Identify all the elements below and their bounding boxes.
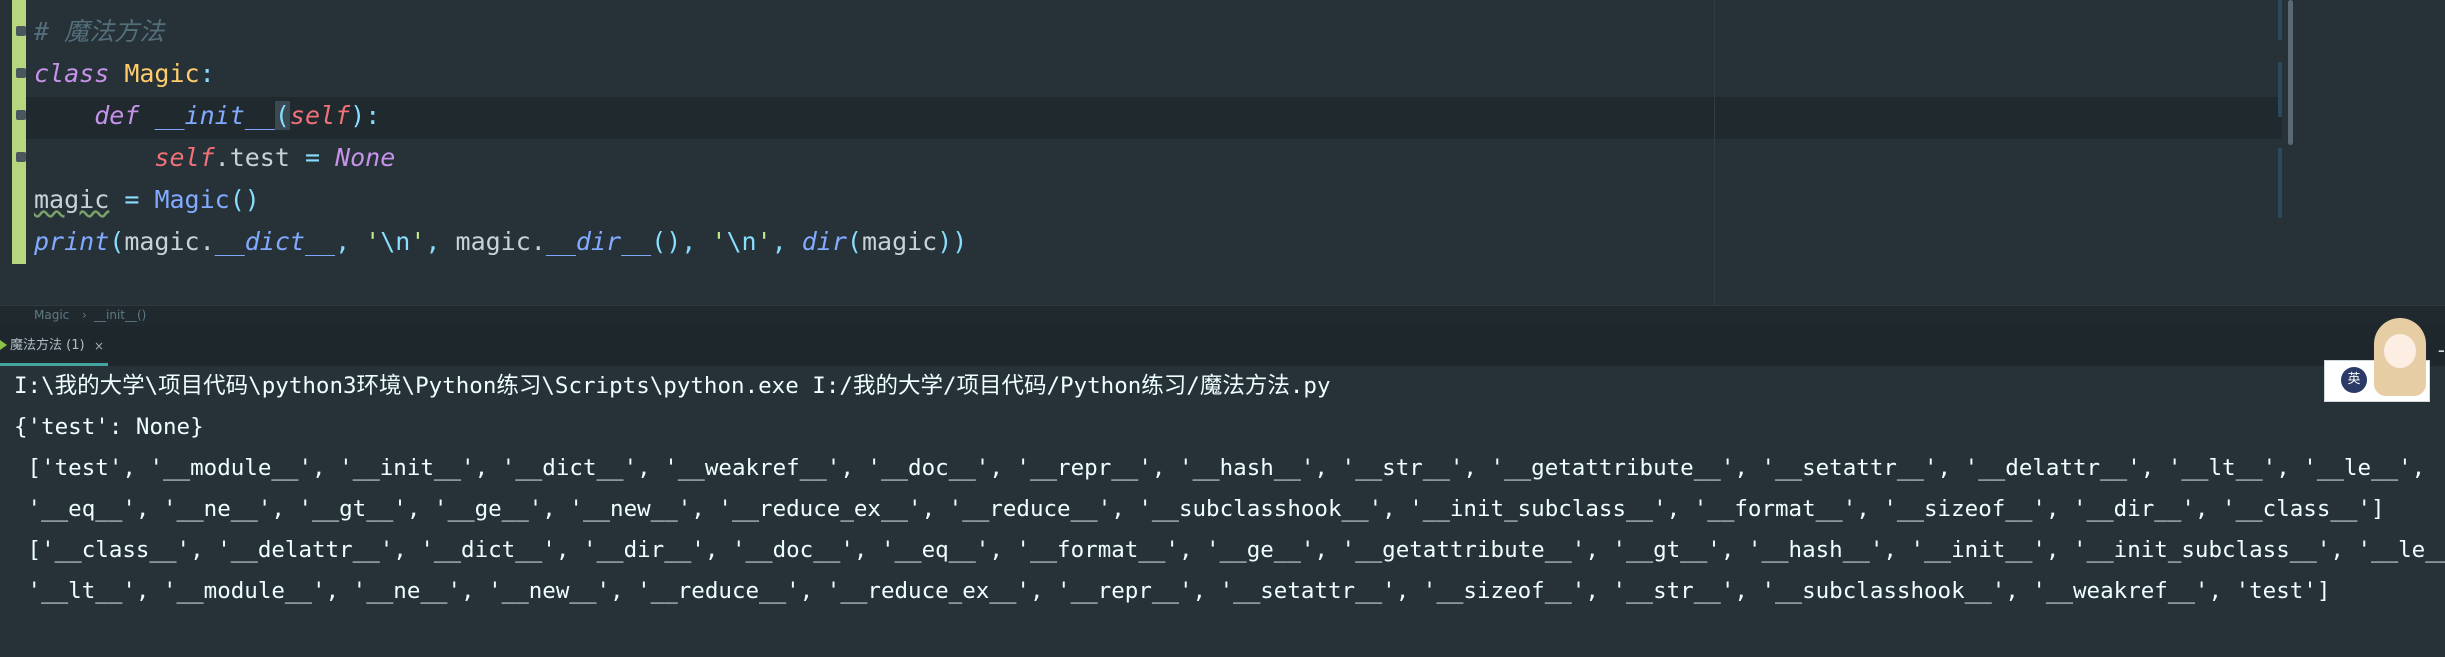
code-token: (), (651, 227, 712, 256)
code-editor[interactable]: # 魔法方法 class Magic: def __init__(self): s… (0, 0, 2445, 305)
run-tool-window-tabs: 魔法方法 (1) × - (0, 326, 2445, 366)
code-token: = (304, 143, 321, 172)
editor-scrollbar-thumb[interactable] (2288, 0, 2293, 145)
input-method-mascot[interactable]: 英 (2324, 318, 2430, 404)
code-token: \n (380, 227, 411, 256)
code-token: self (154, 143, 215, 172)
console-line: {'test': None} (14, 414, 204, 440)
vcs-change-marker[interactable] (12, 0, 26, 264)
tab-run-config[interactable]: 魔法方法 (1) × (0, 326, 108, 366)
code-token: .test (214, 143, 305, 172)
code-token: Magic (154, 185, 230, 214)
code-token: None (335, 143, 396, 172)
breadcrumb-separator: › (82, 308, 87, 322)
run-console-output[interactable]: I:\我的大学\项目代码\python3环境\Python练习\Scripts\… (0, 366, 2445, 657)
code-token: \n (726, 227, 757, 256)
code-token: ' (365, 227, 381, 256)
code-line[interactable]: # 魔法方法 (34, 11, 164, 53)
language-badge[interactable]: 英 (2341, 367, 2367, 393)
code-token: Magic (124, 59, 200, 88)
fold-marker[interactable] (16, 68, 26, 78)
fold-marker[interactable] (16, 110, 26, 120)
console-line: '__eq__', '__ne__', '__gt__', '__ge__', … (14, 496, 2385, 522)
code-line[interactable]: class Magic: (34, 53, 215, 95)
code-token: ( (846, 227, 862, 256)
tab-label: 魔法方法 (1) (10, 338, 85, 353)
code-token: # 魔法方法 (34, 17, 165, 46)
code-token: __dir__ (545, 227, 652, 256)
mascot-face-icon (2384, 334, 2416, 368)
code-token: def (94, 101, 140, 130)
code-token: : (199, 59, 215, 88)
breadcrumb-item-method[interactable]: __init__() (94, 308, 146, 322)
code-token: ): (350, 101, 381, 130)
code-token: __dict__ (214, 227, 336, 256)
code-token: magic (861, 227, 938, 256)
code-token: ' (756, 227, 772, 256)
code-line[interactable]: print(magic.__dict__, '\n', magic.__dir_… (34, 221, 967, 263)
code-line[interactable]: def __init__(self): (34, 95, 380, 137)
code-token: ( (274, 101, 290, 130)
console-line: I:\我的大学\项目代码\python3环境\Python练习\Scripts\… (14, 373, 1331, 399)
console-line: '__lt__', '__module__', '__ne__', '__new… (14, 578, 2331, 604)
code-token: )) (937, 227, 968, 256)
fold-marker[interactable] (16, 152, 26, 162)
code-line[interactable]: magic = Magic() (34, 179, 260, 221)
code-token: , (425, 227, 456, 256)
console-line: ['__class__', '__delattr__', '__dict__',… (14, 537, 2445, 563)
code-token: __init__ (154, 101, 275, 130)
code-token: ' (410, 227, 426, 256)
minimize-icon[interactable]: - (2438, 338, 2445, 362)
code-token: ( (109, 227, 125, 256)
code-token: ' (711, 227, 727, 256)
code-token: dir (801, 227, 847, 256)
code-token: magic. (124, 227, 215, 256)
scroll-marker[interactable] (2278, 148, 2282, 218)
code-token: , (771, 227, 802, 256)
breadcrumb-item-class[interactable]: Magic (34, 308, 69, 322)
code-token: print (34, 227, 110, 256)
scroll-marker[interactable] (2278, 0, 2282, 40)
run-icon (0, 340, 7, 350)
code-token: () (229, 185, 260, 214)
code-token: = (124, 185, 140, 214)
code-token: magic (34, 185, 110, 214)
code-token: magic. (455, 227, 546, 256)
close-icon[interactable]: × (94, 326, 104, 366)
fold-marker[interactable] (16, 26, 26, 36)
code-line[interactable]: self.test = None (34, 137, 395, 179)
scroll-marker[interactable] (2278, 62, 2282, 117)
code-token: class (34, 59, 110, 88)
code-token: , (335, 227, 366, 256)
code-token: self (289, 101, 351, 130)
breadcrumb: Magic › __init__() (0, 305, 2445, 326)
right-margin-guide (1714, 0, 1715, 305)
console-line: ['test', '__module__', '__init__', '__di… (14, 455, 2426, 481)
